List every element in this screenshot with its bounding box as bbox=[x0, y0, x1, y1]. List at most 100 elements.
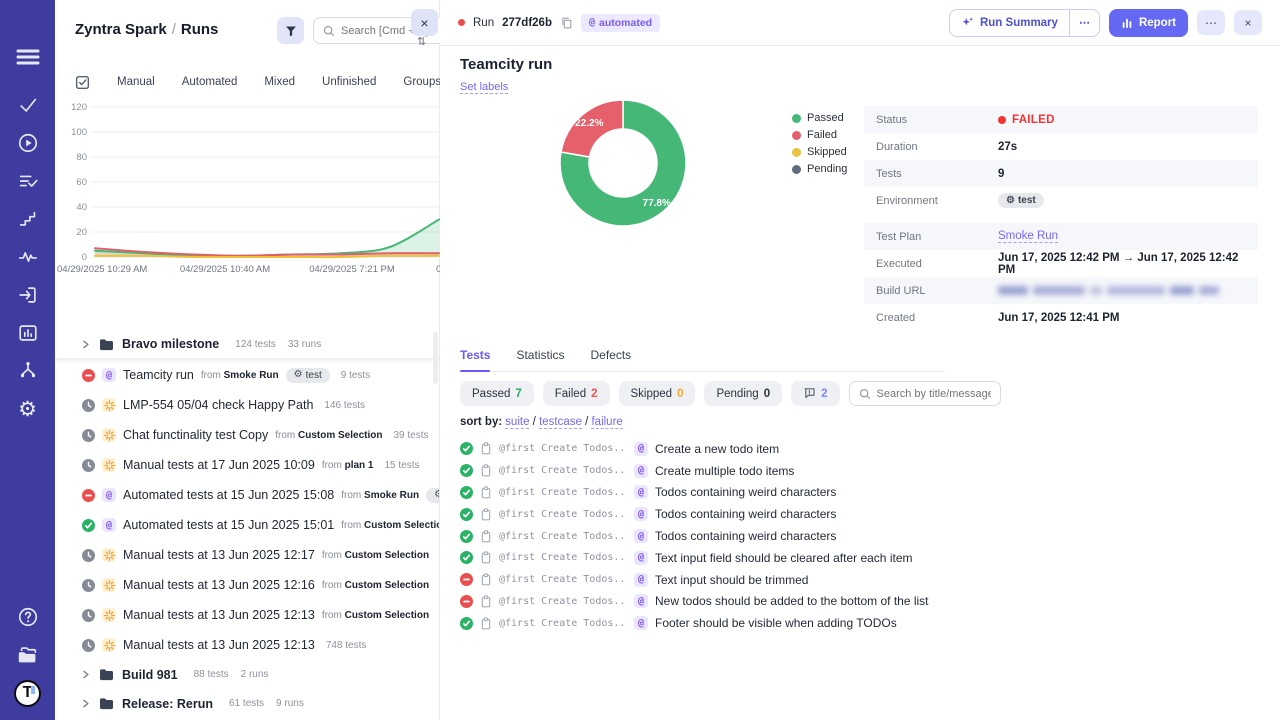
tests-search[interactable] bbox=[848, 381, 1001, 406]
import-icon[interactable] bbox=[0, 276, 55, 314]
test-status-passed-icon bbox=[460, 529, 473, 543]
test-title: Todos containing weird characters bbox=[655, 529, 837, 544]
run-row[interactable]: Chat functinality test Copy from Custom S… bbox=[55, 420, 439, 450]
legend-item-pending[interactable]: Pending bbox=[792, 163, 847, 175]
manual-icon bbox=[102, 458, 116, 472]
filter-skipped[interactable]: Skipped 0 bbox=[618, 381, 696, 406]
sort-toggle-icon[interactable]: ⇅ bbox=[417, 37, 433, 45]
run-tab-tests[interactable]: Tests bbox=[460, 348, 491, 372]
clipboard-icon bbox=[480, 551, 492, 564]
svg-text:40: 40 bbox=[76, 202, 87, 213]
panel-close-button[interactable]: × bbox=[411, 9, 438, 36]
filter-passed[interactable]: Passed 7 bbox=[460, 381, 534, 406]
menu-icon[interactable] bbox=[0, 42, 55, 72]
run-status-dot bbox=[458, 19, 465, 26]
run-summary-button[interactable]: Run Summary ⋯ bbox=[948, 8, 1100, 37]
branches-icon[interactable] bbox=[0, 352, 55, 390]
sort-option-suite[interactable]: suite bbox=[505, 416, 530, 429]
run-row[interactable]: Manual tests at 13 Jun 2025 12:17 from Cu… bbox=[55, 540, 439, 570]
svg-text:04/29/2025 10:40 AM: 04/29/2025 10:40 AM bbox=[180, 264, 270, 275]
breadcrumb-project[interactable]: Zyntra Spark bbox=[75, 21, 167, 38]
run-row[interactable]: Manual tests at 13 Jun 2025 12:13 from Cu… bbox=[55, 600, 439, 630]
filter-comments[interactable]: 2 bbox=[791, 381, 840, 406]
milestones-icon[interactable] bbox=[0, 200, 55, 238]
runs-tab-automated[interactable]: Automated bbox=[182, 76, 238, 88]
test-row[interactable]: @first Create Todos... @ Todos containing … bbox=[460, 503, 929, 525]
filter-pending[interactable]: Pending 0 bbox=[704, 381, 783, 406]
tests-icon[interactable] bbox=[0, 86, 55, 124]
runs-icon[interactable] bbox=[0, 124, 55, 162]
milestone-row-build-981[interactable]: Build 981 88 tests 2 runs bbox=[55, 660, 439, 689]
chevron-right-icon[interactable] bbox=[80, 698, 91, 709]
run-source: from Custom Selection bbox=[321, 549, 430, 561]
svg-text:80: 80 bbox=[76, 152, 87, 163]
more-options-button[interactable]: ⋯ bbox=[1197, 10, 1225, 35]
test-row[interactable]: @first Create Todos... @ Create multiple t… bbox=[460, 460, 929, 482]
runs-tab-manual[interactable]: Manual bbox=[117, 76, 155, 88]
filter-failed[interactable]: Failed 2 bbox=[542, 381, 610, 406]
select-runs-icon[interactable] bbox=[75, 75, 90, 90]
filter-label: Pending bbox=[716, 387, 759, 400]
run-row[interactable]: LMP-554 05/04 check Happy Path 146 tests bbox=[55, 390, 439, 420]
test-plans-icon[interactable] bbox=[0, 162, 55, 200]
run-row[interactable]: Manual tests at 13 Jun 2025 12:16 from Cu… bbox=[55, 570, 439, 600]
manual-icon bbox=[102, 638, 116, 652]
test-row[interactable]: @first Create Todos... @ Todos containing … bbox=[460, 482, 929, 504]
legend-item-failed[interactable]: Failed bbox=[792, 129, 847, 141]
pulse-icon[interactable] bbox=[0, 238, 55, 276]
test-row[interactable]: @first Create Todos... @ Todos containing … bbox=[460, 525, 929, 547]
run-row[interactable]: Manual tests at 13 Jun 2025 12:13 748 tes… bbox=[55, 630, 439, 660]
test-row[interactable]: @first Create Todos... @ Footer should be … bbox=[460, 612, 929, 634]
milestone-row-release-rerun[interactable]: Release: Rerun 61 tests 9 runs bbox=[55, 689, 439, 718]
runs-tab-groups[interactable]: Groups bbox=[403, 76, 441, 88]
legend-item-passed[interactable]: Passed bbox=[792, 112, 847, 124]
help-icon[interactable] bbox=[0, 598, 55, 636]
svg-text:77.8%: 77.8% bbox=[643, 198, 671, 209]
runs-tab-unfinished[interactable]: Unfinished bbox=[322, 76, 376, 88]
run-row[interactable]: @ Automated tests at 15 Jun 2025 15:01 fro… bbox=[55, 510, 439, 540]
testomat-logo: T bbox=[14, 679, 41, 707]
environment-badge[interactable]: ⚙ test bbox=[998, 193, 1044, 208]
run-row[interactable]: Manual tests at 17 Jun 2025 10:09 from pl… bbox=[55, 450, 439, 480]
test-row[interactable]: @first Create Todos... @ Text input field … bbox=[460, 547, 929, 569]
test-status-failed-icon bbox=[460, 573, 473, 587]
environment-badge: ⚙test bbox=[285, 367, 330, 383]
tests-search-input[interactable] bbox=[876, 387, 991, 400]
report-button[interactable]: Report bbox=[1108, 8, 1188, 37]
run-tab-defects[interactable]: Defects bbox=[590, 348, 631, 362]
automated-icon: @ bbox=[634, 572, 648, 587]
bar-chart-icon bbox=[1122, 18, 1132, 28]
analytics-icon[interactable] bbox=[0, 314, 55, 352]
projects-icon[interactable] bbox=[0, 636, 55, 674]
chevron-right-icon[interactable] bbox=[80, 669, 91, 680]
test-row[interactable]: @first Create Todos... @ New todos should … bbox=[460, 591, 929, 613]
run-actions: Run Summary ⋯ Report ⋯ × bbox=[948, 8, 1262, 37]
status-finished-icon bbox=[82, 578, 95, 592]
test-row[interactable]: @first Create Todos... @ Text input should… bbox=[460, 569, 929, 591]
chevron-right-icon[interactable] bbox=[80, 339, 91, 350]
sort-option-testcase[interactable]: testcase bbox=[539, 416, 582, 429]
automated-badge[interactable]: @ automated bbox=[580, 13, 661, 32]
scrollbar-thumb[interactable] bbox=[433, 332, 438, 384]
copy-icon[interactable] bbox=[560, 16, 573, 29]
milestone-row-bravo-milestone[interactable]: Bravo milestone 124 tests 33 runs bbox=[55, 330, 439, 358]
run-summary-more-button[interactable]: ⋯ bbox=[1068, 9, 1099, 36]
set-labels-link[interactable]: Set labels bbox=[460, 81, 509, 94]
test-row[interactable]: @first Create Todos... @ Create a new todo… bbox=[460, 438, 929, 460]
runs-tab-mixed[interactable]: Mixed bbox=[264, 76, 295, 88]
legend-item-skipped[interactable]: Skipped bbox=[792, 146, 847, 158]
runs-filter-tabs: Manual Automated Mixed Unfinished Groups bbox=[75, 68, 441, 96]
breadcrumb-separator: / bbox=[171, 21, 176, 38]
test-plan-link[interactable]: Smoke Run bbox=[998, 230, 1059, 243]
filter-button[interactable] bbox=[277, 17, 304, 44]
automated-icon: @ bbox=[634, 507, 648, 522]
clipboard-icon bbox=[480, 508, 492, 521]
sort-option-failure[interactable]: failure bbox=[591, 416, 623, 429]
run-tab-statistics[interactable]: Statistics bbox=[516, 348, 564, 362]
run-row[interactable]: @ Automated tests at 15 Jun 2025 15:08 fro… bbox=[55, 480, 439, 510]
settings-icon[interactable]: ⚙ bbox=[0, 390, 55, 428]
run-row[interactable]: @ Teamcity run from Smoke Run ⚙ test 9 tests bbox=[55, 360, 439, 390]
sidebar-bottom: T bbox=[0, 598, 55, 712]
logo-icon[interactable]: T bbox=[0, 674, 55, 712]
close-run-button[interactable]: × bbox=[1234, 10, 1262, 35]
